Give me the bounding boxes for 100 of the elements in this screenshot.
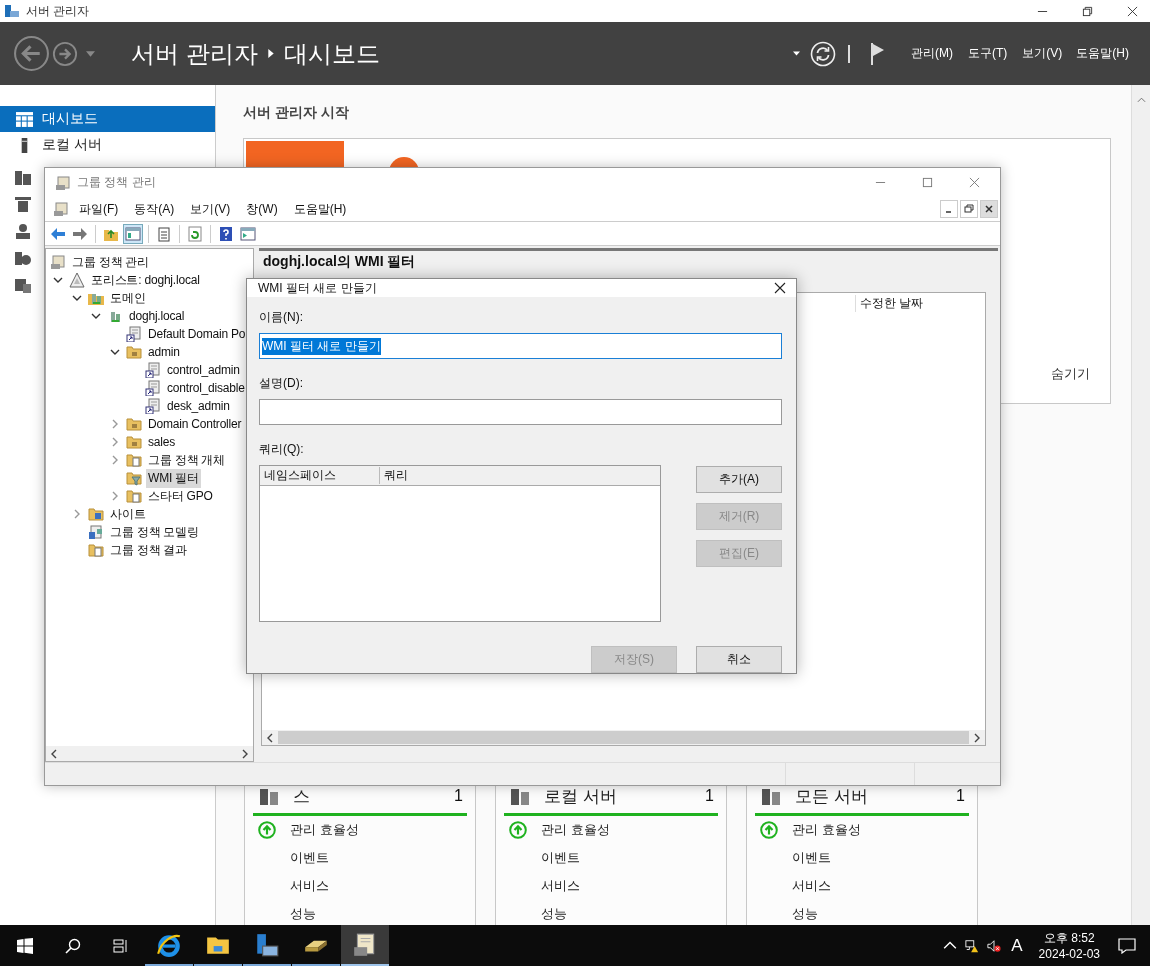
column-header[interactable]: 수정한 날짜 [855, 294, 924, 312]
scroll-left-icon[interactable] [51, 748, 57, 759]
tile-link[interactable]: 관리 효율성 [792, 821, 861, 839]
close-icon[interactable] [774, 282, 786, 294]
tile-link[interactable]: 성능 [290, 905, 316, 923]
filter-folder-icon [126, 470, 142, 486]
menu-item[interactable]: 도움말(H) [293, 200, 347, 218]
menu-item[interactable]: 관리(M) [911, 45, 953, 62]
name-field[interactable]: WMI 필터 새로 만들기 [259, 333, 782, 359]
tile-link[interactable]: 서비스 [541, 877, 580, 895]
collapse-chevron-icon[interactable] [72, 293, 82, 303]
menu-item[interactable]: 파일(F) [79, 200, 119, 218]
gpo-link-icon [145, 398, 161, 414]
tile-count: 1 [705, 787, 715, 805]
taskbar-app[interactable] [341, 925, 389, 966]
tree-item[interactable]: desk_admin [165, 398, 232, 414]
scroll-right-icon[interactable] [974, 732, 980, 743]
expand-chevron-icon[interactable] [110, 419, 120, 429]
menu-item[interactable]: 보기(V) [190, 200, 231, 218]
tile-link[interactable]: 서비스 [290, 877, 329, 895]
breadcrumb-item[interactable]: 서버 관리자 [131, 37, 258, 70]
tree-item[interactable]: doghj.local [127, 308, 187, 324]
start-icon[interactable] [17, 937, 33, 954]
restore-icon[interactable] [1082, 5, 1093, 17]
collapse-chevron-icon[interactable] [91, 311, 101, 321]
tile-link[interactable]: 성능 [792, 905, 818, 923]
breadcrumb-item[interactable]: 대시보드 [283, 37, 380, 70]
tile-link[interactable]: 이벤트 [290, 849, 329, 867]
menu-item[interactable]: 도구(T) [968, 45, 1008, 62]
expand-chevron-icon[interactable] [72, 509, 82, 519]
tree-item[interactable]: Domain Controller [146, 416, 244, 432]
volume-muted-icon[interactable] [987, 938, 1002, 953]
scroll-icon[interactable] [53, 201, 69, 217]
tile-link[interactable]: 이벤트 [792, 849, 831, 867]
tile-link[interactable]: 이벤트 [541, 849, 580, 867]
input-method-indicator[interactable]: A [1011, 935, 1023, 956]
column-header[interactable]: 네임스페이스 [260, 467, 380, 484]
tree-item[interactable]: 그룹 정책 결과 [108, 540, 190, 560]
dropdown-icon[interactable] [793, 51, 800, 56]
dialog-button[interactable]: 추가(A) [696, 466, 782, 493]
scroll-icon [55, 174, 71, 191]
back-icon[interactable] [13, 35, 50, 72]
maximize-icon[interactable] [922, 177, 933, 188]
server-tile[interactable]: 로컬 서버 1 관리 효율성 이벤트 서비스 성능 [495, 785, 727, 925]
tile-link[interactable]: 관리 효율성 [541, 821, 610, 839]
notification-icon[interactable] [1118, 937, 1136, 954]
server-tile[interactable]: 스 1 관리 효율성 이벤트 서비스 성능 [244, 785, 476, 925]
tree-item[interactable]: 도메인 [108, 288, 148, 308]
description-field[interactable] [259, 399, 782, 425]
tree-item[interactable]: 그룹 정책 모델링 [108, 522, 201, 542]
horizontal-scrollbar[interactable] [262, 730, 985, 745]
restore-icon[interactable] [960, 200, 978, 218]
tree-item[interactable]: Default Domain Po [146, 326, 248, 342]
clock-date[interactable]: 2024-02-03 [1038, 945, 1100, 962]
tree-item[interactable]: WMI 필터 [146, 468, 201, 488]
server-tile[interactable]: 모든 서버 1 관리 효율성 이벤트 서비스 성능 [746, 785, 978, 925]
menu-item[interactable]: 동작(A) [134, 200, 175, 218]
tile-link[interactable]: 관리 효율성 [290, 821, 359, 839]
expand-chevron-icon[interactable] [110, 437, 120, 447]
dialog-title: WMI 필터 새로 만들기 [258, 279, 377, 297]
network-warning-icon[interactable] [965, 938, 980, 953]
search-icon[interactable] [65, 937, 81, 954]
tree-item[interactable]: control_admin [165, 362, 242, 378]
forward-icon[interactable] [52, 40, 78, 67]
nav-item[interactable]: 로컬 서버 [0, 132, 215, 158]
tree-item[interactable]: 스타터 GPO [146, 486, 215, 506]
minimize-icon[interactable] [940, 200, 958, 218]
tree-view-icon[interactable] [124, 224, 142, 243]
tree-item[interactable]: 포리스트: doghj.local [89, 270, 202, 290]
tree-item[interactable]: 그룹 정책 관리 [70, 252, 152, 272]
column-header[interactable]: 쿼리 [380, 467, 408, 484]
scroll-left-icon[interactable] [267, 732, 273, 743]
tree-item[interactable]: 사이트 [108, 504, 148, 524]
collapse-chevron-icon[interactable] [53, 275, 63, 285]
menu-item[interactable]: 보기(V) [1022, 45, 1063, 62]
scroll-right-icon[interactable] [242, 748, 248, 759]
expand-chevron-icon[interactable] [110, 491, 120, 501]
dialog-button[interactable]: 취소 [696, 646, 782, 673]
nav-item[interactable]: 대시보드 [0, 106, 215, 132]
menu-item[interactable]: 창(W) [246, 200, 278, 218]
clock-time[interactable]: 오후 8:52 [1043, 929, 1095, 946]
collapse-chevron-icon[interactable] [110, 347, 120, 357]
refresh-icon[interactable] [810, 40, 836, 67]
horizontal-scrollbar[interactable] [46, 746, 253, 761]
tree-item[interactable]: control_disable [165, 380, 247, 396]
flag-icon[interactable] [870, 41, 886, 66]
tree-item[interactable]: 그룹 정책 개체 [146, 450, 228, 470]
close-icon[interactable] [1127, 5, 1138, 17]
tile-link[interactable]: 성능 [541, 905, 567, 923]
tree-item[interactable]: admin [146, 344, 182, 360]
scrollbar[interactable] [1131, 85, 1150, 925]
help-icon[interactable] [217, 224, 235, 243]
menu-item[interactable]: 도움말(H) [1076, 45, 1129, 62]
task-view-icon[interactable] [113, 937, 129, 954]
tile-title: 로컬 서버 [544, 785, 617, 808]
hide-link[interactable]: 숨기기 [1051, 365, 1090, 383]
tile-link[interactable]: 서비스 [792, 877, 831, 895]
expand-chevron-icon[interactable] [110, 455, 120, 465]
clipboard-icon[interactable] [155, 224, 173, 243]
tree-item[interactable]: sales [146, 434, 177, 450]
